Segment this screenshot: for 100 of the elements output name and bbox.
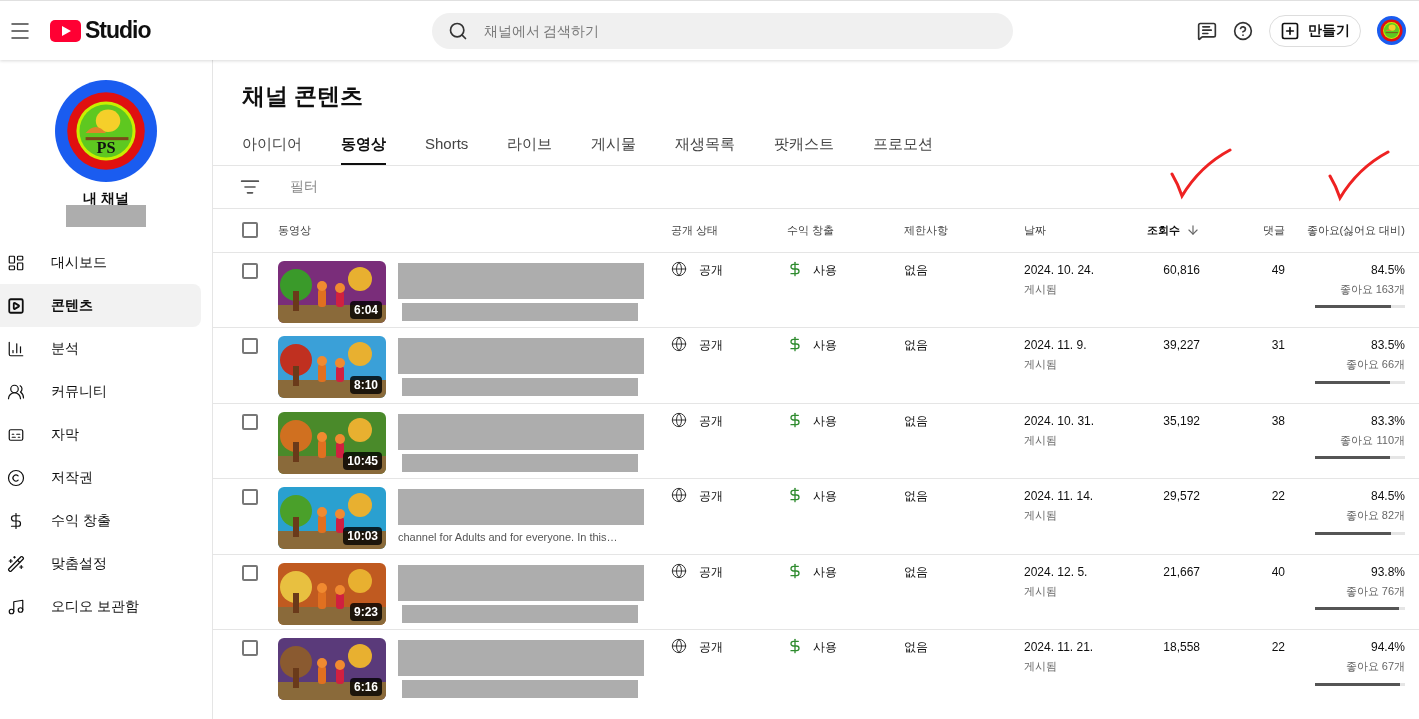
copyright-icon — [7, 468, 25, 487]
help-icon[interactable] — [1233, 20, 1253, 41]
restrictions-text: 없음 — [904, 262, 928, 277]
comments-count: 38 — [1271, 412, 1285, 430]
globe-icon — [671, 411, 687, 428]
sidebar-item[interactable]: 콘텐츠 — [0, 284, 201, 327]
date-text: 2024. 10. 31. — [1024, 412, 1095, 430]
dollar-icon — [787, 562, 803, 579]
likes-count: 좋아요 82개 — [1345, 508, 1405, 523]
column-header[interactable]: 댓글 — [1263, 221, 1285, 239]
logo-text: Studio — [85, 16, 151, 46]
row-checkbox[interactable] — [241, 338, 258, 354]
sort-arrow-icon[interactable] — [1186, 223, 1200, 237]
likes-count: 좋아요 110개 — [1340, 432, 1405, 448]
row-checkbox[interactable] — [241, 640, 258, 656]
tab[interactable]: 게시물 — [591, 126, 637, 165]
likes-count: 좋아요 76개 — [1345, 583, 1405, 599]
search-field[interactable]: 채널에서 검색하기 — [431, 12, 1013, 49]
row-checkbox[interactable] — [241, 413, 258, 430]
row-checkbox[interactable] — [241, 262, 258, 279]
dollar-icon — [787, 336, 803, 352]
like-ratio: 83.3% — [1370, 412, 1405, 430]
like-ratio: 83.5% — [1370, 337, 1405, 354]
add-video-icon — [1280, 20, 1300, 41]
date-text: 2024. 12. 5. — [1024, 563, 1088, 581]
column-header[interactable]: 공개 상태 — [671, 221, 719, 239]
views-count: 39,227 — [1163, 337, 1200, 354]
globe-icon — [671, 260, 687, 277]
monetization-text: 사용 — [813, 639, 837, 656]
views-count: 21,667 — [1163, 563, 1200, 581]
sidebar-item[interactable]: 커뮤니티 — [0, 370, 201, 413]
sidebar-item[interactable]: 대시보드 — [0, 241, 201, 284]
tab[interactable]: 아이디어 — [242, 126, 302, 165]
comments-count: 22 — [1271, 488, 1285, 505]
comments-count: 49 — [1271, 261, 1285, 279]
check-mark-icon — [1328, 149, 1390, 202]
bar-chart-icon — [7, 339, 25, 358]
sidebar-item[interactable]: 맞춤설정 — [0, 542, 201, 585]
date-status: 게시됨 — [1024, 659, 1057, 674]
like-ratio: 84.5% — [1370, 261, 1405, 279]
monetization-text: 사용 — [813, 412, 837, 430]
tab[interactable]: Shorts — [425, 126, 469, 165]
visibility-text: 공개 — [699, 488, 723, 505]
tab[interactable]: 동영상 — [341, 126, 386, 165]
filter-field[interactable]: 필터 — [290, 176, 318, 197]
visibility-text: 공개 — [699, 261, 723, 279]
row-checkbox[interactable] — [241, 564, 258, 581]
column-header[interactable]: 동영상 — [278, 221, 311, 239]
sidebar-item[interactable]: 분석 — [0, 327, 201, 370]
tab[interactable]: 재생목록 — [675, 126, 736, 165]
restrictions-text: 없음 — [904, 640, 928, 654]
date-text: 2024. 11. 21. — [1024, 639, 1094, 656]
video-duration: 8:10 — [349, 376, 382, 394]
date-text: 2024. 11. 14. — [1024, 488, 1094, 505]
music-note-icon — [7, 597, 25, 616]
dollar-icon — [787, 411, 803, 428]
date-text: 2024. 10. 24. — [1024, 261, 1095, 279]
globe-icon — [671, 336, 687, 352]
column-header[interactable]: 좋아요(싫어요 대비) — [1306, 221, 1405, 239]
comments-count: 22 — [1271, 639, 1285, 656]
visibility-text: 공개 — [699, 563, 723, 581]
comments-count: 31 — [1271, 337, 1285, 354]
column-header[interactable]: 제한사항 — [904, 221, 948, 239]
globe-icon — [671, 638, 687, 654]
likes-count: 좋아요 66개 — [1345, 357, 1405, 372]
restrictions-text: 없음 — [904, 413, 928, 428]
column-header[interactable]: 조회수 — [1147, 221, 1180, 239]
dollar-icon — [787, 638, 803, 654]
feedback-icon[interactable] — [1197, 20, 1217, 41]
likes-count: 좋아요 163개 — [1339, 281, 1405, 297]
sidebar-item[interactable]: 수익 창출 — [0, 499, 201, 542]
column-header[interactable]: 날짜 — [1024, 221, 1046, 239]
visibility-text: 공개 — [699, 337, 723, 354]
column-header[interactable]: 수익 창출 — [787, 221, 835, 239]
select-all-checkbox[interactable] — [241, 222, 258, 238]
sidebar-item[interactable]: 저작권 — [0, 456, 201, 499]
views-count: 60,816 — [1163, 261, 1200, 279]
date-status: 게시됨 — [1024, 508, 1057, 523]
like-ratio: 94.4% — [1370, 639, 1405, 656]
sidebar-item[interactable]: 오디오 보관함 — [0, 585, 201, 628]
magic-wand-icon — [7, 554, 25, 573]
row-checkbox[interactable] — [241, 489, 258, 505]
tab[interactable]: 팟캐스트 — [774, 126, 835, 165]
tab[interactable]: 라이브 — [507, 126, 553, 165]
like-ratio: 84.5% — [1370, 488, 1405, 505]
sidebar-item[interactable]: 자막 — [0, 413, 201, 456]
channel-avatar[interactable] — [1377, 16, 1406, 45]
globe-icon — [671, 487, 687, 503]
check-mark-icon — [1170, 147, 1232, 200]
comments-count: 40 — [1271, 563, 1285, 581]
views-count: 35,192 — [1163, 412, 1200, 430]
restrictions-text: 없음 — [904, 489, 928, 503]
tab[interactable]: 프로모션 — [873, 126, 934, 165]
restrictions-text: 없음 — [904, 338, 928, 352]
video-duration: 10:03 — [343, 527, 382, 545]
views-count: 29,572 — [1163, 488, 1200, 505]
monetization-text: 사용 — [813, 337, 837, 354]
page-title: 채널 콘텐츠 — [242, 82, 364, 111]
video-description: channel for Adults and for everyone. In this… — [398, 530, 619, 545]
date-status: 게시됨 — [1024, 357, 1057, 372]
